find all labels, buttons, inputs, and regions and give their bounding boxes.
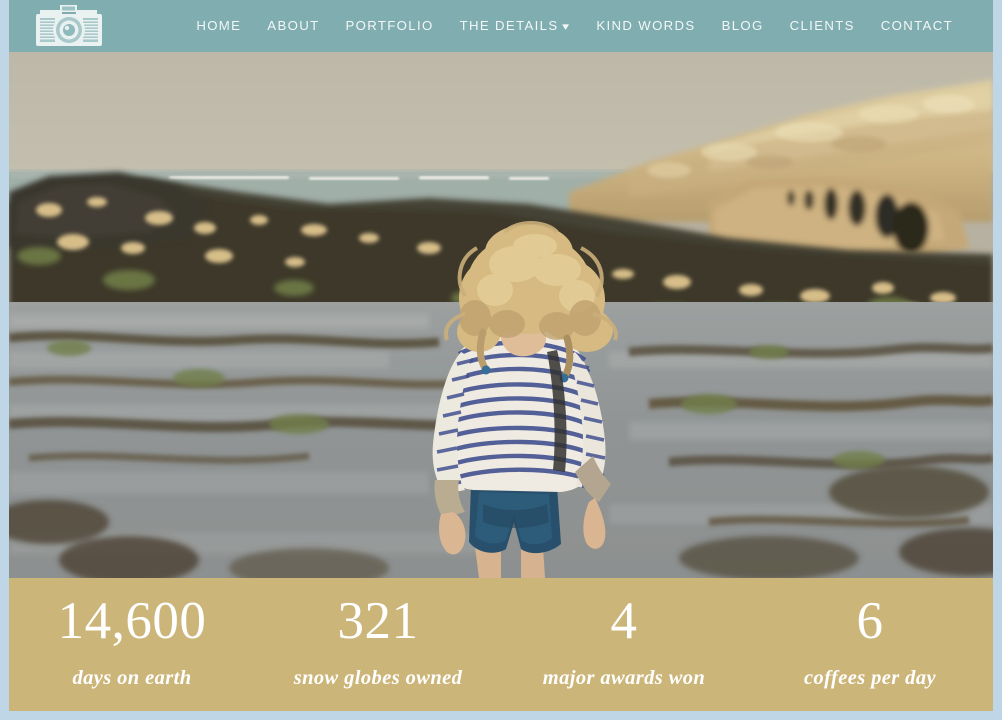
page-root: HOME ABOUT PORTFOLIO THE DETAILS ▾ KIND … <box>0 0 1002 720</box>
site-logo[interactable] <box>32 0 124 52</box>
stat-item: 14,600 days on earth <box>9 578 255 690</box>
stat-number: 14,600 <box>57 592 207 650</box>
site-header: HOME ABOUT PORTFOLIO THE DETAILS ▾ KIND … <box>9 0 993 52</box>
stat-label: snow globes owned <box>293 666 463 689</box>
stats-bar: 14,600 days on earth 321 snow globes own… <box>9 578 993 711</box>
hero-image <box>9 52 993 578</box>
stat-label: major awards won <box>542 666 706 689</box>
stat-number: 4 <box>610 592 638 650</box>
stat-label: days on earth <box>72 666 192 689</box>
nav-item-portfolio[interactable]: PORTFOLIO <box>332 0 446 52</box>
main-navigation: HOME ABOUT PORTFOLIO THE DETAILS ▾ KIND … <box>124 0 993 52</box>
stat-item: 4 major awards won <box>501 578 747 690</box>
nav-item-contact[interactable]: CONTACT <box>868 0 966 52</box>
stat-item: 6 coffees per day <box>747 578 993 690</box>
stat-number: 321 <box>337 592 419 650</box>
nav-item-about[interactable]: ABOUT <box>254 0 332 52</box>
nav-item-the-details-label: THE DETAILS <box>459 18 559 33</box>
stat-label: coffees per day <box>804 666 936 689</box>
stat-number: 6 <box>856 592 884 650</box>
stat-item: 321 snow globes owned <box>255 578 501 690</box>
nav-item-clients[interactable]: CLIENTS <box>777 0 868 52</box>
chevron-down-icon: ▾ <box>562 20 572 33</box>
nav-item-blog[interactable]: BLOG <box>709 0 777 52</box>
nav-item-kind-words[interactable]: KIND WORDS <box>583 0 708 52</box>
nav-item-the-details[interactable]: THE DETAILS ▾ <box>447 0 584 52</box>
vintage-camera-icon <box>32 4 106 48</box>
nav-item-home[interactable]: HOME <box>183 0 254 52</box>
